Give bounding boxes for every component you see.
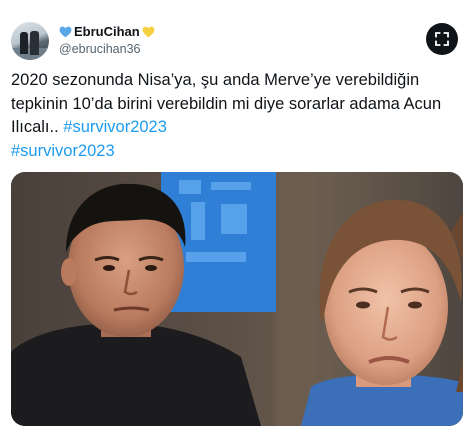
tweet-header: EbruCihan @ebrucihan36	[11, 22, 458, 66]
blue-heart-icon	[59, 26, 72, 38]
display-name: EbruCihan	[74, 24, 140, 39]
hashtag-link[interactable]: #survivor2023	[63, 118, 167, 136]
author-names: EbruCihan @ebrucihan36	[59, 24, 155, 58]
photo-illustration	[11, 172, 463, 426]
display-name-row[interactable]: EbruCihan	[59, 24, 155, 40]
yellow-heart-icon	[142, 26, 155, 38]
tweet-photo[interactable]	[11, 172, 463, 426]
expand-button[interactable]	[426, 23, 458, 55]
tweet-text: 2020 sezonunda Nisa’ya, şu anda Merve’ye…	[11, 69, 463, 163]
avatar[interactable]	[11, 22, 49, 60]
author-handle[interactable]: @ebrucihan36	[59, 41, 155, 58]
hashtag-link[interactable]: #survivor2023	[11, 142, 115, 160]
expand-icon	[435, 32, 449, 46]
